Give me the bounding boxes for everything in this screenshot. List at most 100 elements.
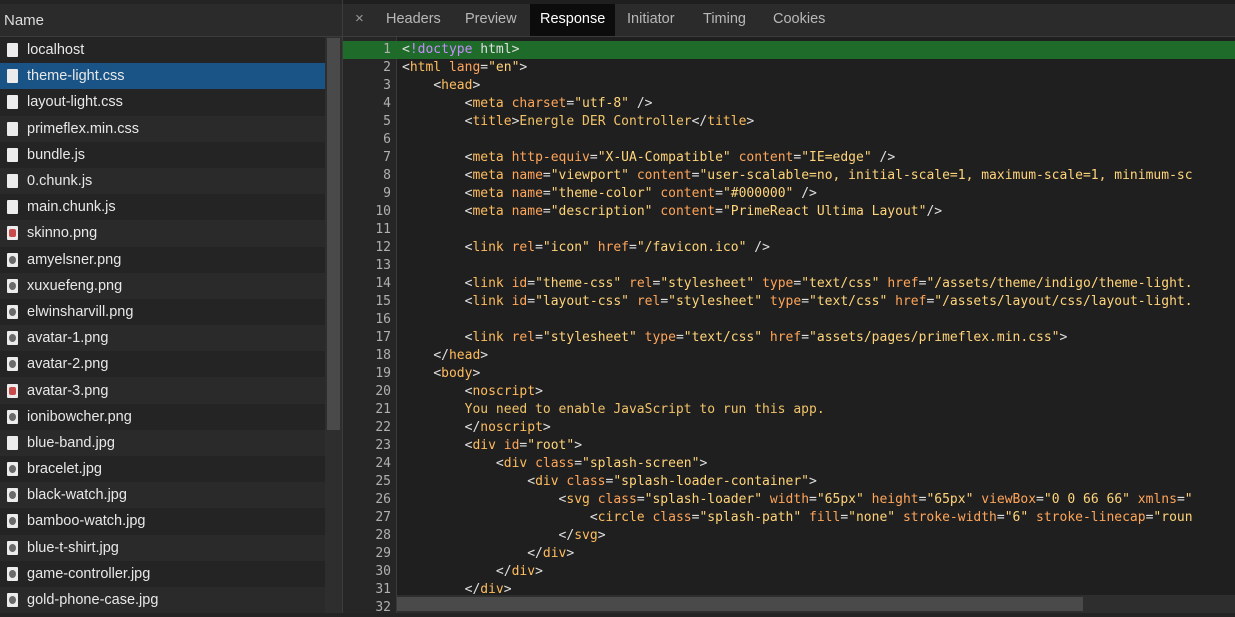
code-text: <meta charset="utf-8" /> <box>464 96 653 111</box>
request-row[interactable]: game-controller.jpg <box>0 561 325 587</box>
request-row[interactable]: 0.chunk.js <box>0 167 325 195</box>
line-number: 15 <box>375 294 391 309</box>
document-icon <box>7 200 18 215</box>
code-line: 5 <title>Energle DER Controller</title> <box>343 113 1235 131</box>
code-text: </noscript> <box>464 420 551 435</box>
request-name: game-controller.jpg <box>27 565 151 582</box>
code-text: <link rel="stylesheet" type="text/css" h… <box>464 330 1068 345</box>
details-tab-bar: × Headers Preview Response Initiator Timing C… <box>343 4 1235 37</box>
name-column-header[interactable]: Name <box>0 4 342 37</box>
line-number: 9 <box>383 186 391 201</box>
image-icon <box>7 278 18 293</box>
request-name: 0.chunk.js <box>27 173 93 190</box>
request-row[interactable]: avatar-1.png <box>0 325 325 352</box>
line-number: 23 <box>375 438 391 453</box>
code-line: 10 <meta name="description" content="Pri… <box>343 203 1235 221</box>
line-number: 30 <box>375 564 391 579</box>
request-name: bamboo-watch.jpg <box>27 513 146 530</box>
document-icon <box>7 43 18 58</box>
request-name: black-watch.jpg <box>27 487 127 504</box>
code-text: <div id="root"> <box>464 438 583 453</box>
code-text: <link id="theme-css" rel="stylesheet" ty… <box>464 276 1193 291</box>
code-line: 28 </svg> <box>343 527 1235 545</box>
code-line: 27 <circle class="splash-path" fill="non… <box>343 509 1235 527</box>
request-name: bracelet.jpg <box>27 461 102 478</box>
code-text: </svg> <box>558 528 606 543</box>
tab-initiator[interactable]: Initiator <box>617 4 685 36</box>
code-text: <link rel="icon" href="/favicon.ico" /> <box>464 240 770 255</box>
request-row[interactable]: blue-band.jpg <box>0 429 325 456</box>
code-text: </head> <box>433 348 489 363</box>
horizontal-scroll-thumb[interactable] <box>397 597 1083 611</box>
image-icon <box>7 331 18 346</box>
request-row[interactable]: layout-light.css <box>0 89 325 115</box>
line-number: 19 <box>375 366 391 381</box>
request-row[interactable]: gold-phone-case.jpg <box>0 586 325 614</box>
request-name: gold-phone-case.jpg <box>27 592 159 609</box>
document-icon <box>7 435 18 450</box>
code-text: <meta name="viewport" content="user-scal… <box>464 168 1193 183</box>
request-row[interactable]: avatar-2.png <box>0 351 325 377</box>
request-list-scroll-thumb[interactable] <box>327 38 340 430</box>
line-number: 5 <box>383 114 391 129</box>
image-icon <box>7 304 18 319</box>
response-code: 1 <!doctype html> 2 <html lang="en"> 3 <head… <box>343 41 1235 617</box>
request-row[interactable]: localhost <box>0 37 325 63</box>
line-number: 8 <box>383 168 391 183</box>
tab-response[interactable]: Response <box>530 4 616 36</box>
close-icon[interactable]: × <box>355 10 364 27</box>
request-row[interactable]: theme-light.css <box>0 63 325 90</box>
line-number: 25 <box>375 474 391 489</box>
line-number: 16 <box>375 312 391 327</box>
request-row[interactable]: ionibowcher.png <box>0 404 325 430</box>
request-row[interactable]: main.chunk.js <box>0 194 325 220</box>
code-line: 4 <meta charset="utf-8" /> <box>343 95 1235 113</box>
code-text: <meta http-equiv="X-UA-Compatible" conte… <box>464 150 896 165</box>
code-line: 1 <!doctype html> <box>343 41 1235 59</box>
code-line: 20 <noscript> <box>343 383 1235 401</box>
request-row[interactable]: blue-t-shirt.jpg <box>0 534 325 561</box>
line-number: 27 <box>375 510 391 525</box>
request-list: localhost theme-light.css layout-light.css… <box>0 37 325 614</box>
request-name: layout-light.css <box>27 94 123 111</box>
request-row[interactable]: bracelet.jpg <box>0 456 325 482</box>
request-name: ionibowcher.png <box>27 408 132 425</box>
line-number: 2 <box>383 60 391 75</box>
code-text: <body> <box>433 366 481 381</box>
code-line: 18 </head> <box>343 347 1235 365</box>
line-number: 10 <box>375 204 391 219</box>
code-text: <meta name="description" content="PrimeR… <box>464 204 943 219</box>
line-number: 32 <box>375 600 391 615</box>
image-icon <box>7 488 18 503</box>
tab-timing[interactable]: Timing <box>693 4 756 36</box>
request-name: blue-t-shirt.jpg <box>27 539 119 556</box>
request-row[interactable]: avatar-3.png <box>0 377 325 404</box>
request-row[interactable]: elwinsharvill.png <box>0 299 325 325</box>
request-row[interactable]: xuxuefeng.png <box>0 272 325 299</box>
code-line: 2 <html lang="en"> <box>343 59 1235 77</box>
request-name: avatar-1.png <box>27 330 109 347</box>
image-icon <box>7 566 18 581</box>
code-line: 22 </noscript> <box>343 419 1235 437</box>
code-line: 23 <div id="root"> <box>343 437 1235 455</box>
image-icon <box>7 357 18 372</box>
line-number: 24 <box>375 456 391 471</box>
request-row[interactable]: amyelsner.png <box>0 247 325 273</box>
request-row[interactable]: primeflex.min.css <box>0 115 325 142</box>
code-text: <title>Energle DER Controller</title> <box>464 114 755 129</box>
code-line: 21 You need to enable JavaScript to run … <box>343 401 1235 419</box>
request-row[interactable]: bamboo-watch.jpg <box>0 508 325 534</box>
code-text: <noscript> <box>464 384 543 399</box>
image-icon <box>7 383 18 398</box>
tab-cookies[interactable]: Cookies <box>763 4 835 36</box>
request-row[interactable]: black-watch.jpg <box>0 482 325 509</box>
line-number: 4 <box>383 96 391 111</box>
code-line: 8 <meta name="viewport" content="user-sc… <box>343 167 1235 185</box>
line-number: 18 <box>375 348 391 363</box>
tab-headers[interactable]: Headers <box>376 4 451 36</box>
code-line: 6 <box>343 131 1235 149</box>
document-icon <box>7 69 18 84</box>
request-row[interactable]: skinno.png <box>0 220 325 247</box>
request-row[interactable]: bundle.js <box>0 142 325 168</box>
tab-preview[interactable]: Preview <box>455 4 527 36</box>
